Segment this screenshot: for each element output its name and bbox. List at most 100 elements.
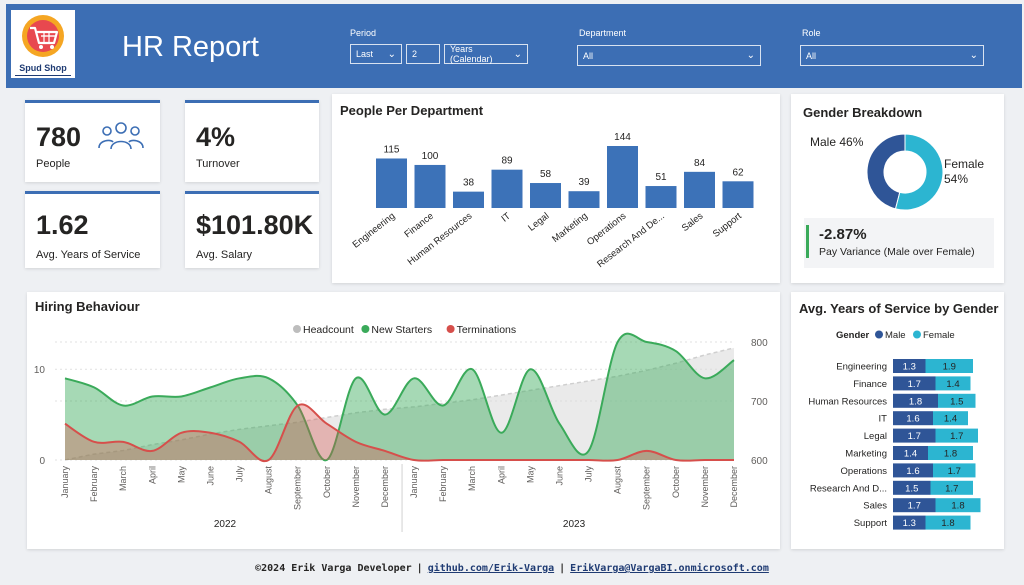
period-unit-dropdown[interactable]: Years (Calendar) ⌄ (444, 44, 528, 64)
x-tick-label: October (671, 466, 681, 498)
bar (376, 158, 407, 208)
x-tick-label: November (700, 466, 710, 508)
kpi-people-value: 780 (36, 122, 82, 152)
legend-label: Terminations (457, 324, 517, 336)
x-tick-label: Sales (680, 211, 706, 234)
x-tick-label: April (147, 466, 157, 484)
bar (684, 171, 715, 208)
segment-value-label: 1.7 (908, 501, 921, 512)
page-title: HR Report (122, 31, 259, 63)
bar-data-label: 62 (732, 167, 744, 178)
pay-variance-label: Pay Variance (Male over Female) (819, 246, 975, 258)
segment-value-label: 1.7 (908, 379, 921, 390)
bar (607, 146, 638, 208)
category-label: Sales (863, 501, 887, 512)
x-tick-label: Legal (526, 211, 551, 234)
male-slice-label: Male 46% (810, 135, 863, 149)
x-tick-label: July (235, 466, 245, 483)
period-mode-value: Last (356, 49, 374, 59)
kpi-salary-card: $101.80K Avg. Salary (185, 191, 319, 268)
period-mode-dropdown[interactable]: Last ⌄ (350, 44, 402, 64)
x-tick-label: Marketing (550, 211, 590, 245)
segment-value-label: 1.8 (951, 501, 964, 512)
segment-value-label: 1.8 (909, 396, 922, 407)
x-group-label: 2022 (214, 519, 237, 530)
x-tick-label: August (613, 466, 623, 495)
role-value: All (806, 50, 817, 61)
department-dropdown[interactable]: All ⌄ (577, 45, 761, 66)
segment-value-label: 1.4 (944, 414, 957, 425)
category-label: IT (879, 414, 888, 425)
chevron-down-icon: ⌄ (746, 50, 755, 61)
x-tick-label: October (322, 466, 332, 498)
bar (722, 181, 754, 208)
service-by-gender-card: Avg. Years of Service by Gender Gender Ma… (791, 292, 1004, 549)
gender-donut-chart (866, 133, 944, 211)
x-tick-label: Research And De... (595, 211, 667, 270)
footer: ©2024 Erik Varga Developer | github.com/Er… (255, 563, 769, 574)
segment-value-label: 1.5 (905, 483, 918, 494)
bar-data-label: 144 (614, 132, 631, 143)
bar-data-label: 51 (655, 172, 667, 183)
segment-value-label: 1.3 (903, 362, 916, 373)
x-tick-label: Human Resources (406, 211, 475, 268)
bar (453, 191, 484, 208)
bar-data-label: 84 (694, 158, 706, 169)
bar-data-label: 38 (463, 178, 475, 189)
category-label: Human Resources (808, 396, 887, 407)
role-dropdown[interactable]: All ⌄ (800, 45, 984, 66)
period-unit-value: Years (Calendar) (450, 44, 493, 64)
bar-data-label: 115 (384, 144, 400, 155)
y-right-tick-label: 800 (751, 338, 768, 349)
chevron-down-icon: ⌄ (387, 48, 396, 60)
segment-value-label: 1.5 (950, 396, 963, 407)
period-count-input[interactable]: 2 (406, 44, 440, 64)
logo: Spud Shop (11, 10, 75, 78)
footer-github-link[interactable]: github.com/Erik-Varga (428, 563, 554, 574)
x-tick-label: May (525, 466, 535, 484)
x-tick-label: Finance (402, 211, 435, 240)
y-left-tick-label: 10 (34, 365, 46, 376)
x-tick-label: March (118, 466, 128, 491)
segment-value-label: 1.3 (903, 518, 916, 529)
hiring-behaviour-chart: 0 10 600 700 800 Headcount New Starters Termina… (34, 324, 768, 532)
legend-marker (446, 325, 455, 333)
x-tick-label: July (584, 466, 594, 483)
x-tick-label: January (60, 466, 70, 499)
segment-value-label: 1.8 (944, 449, 957, 460)
bar (568, 191, 600, 208)
segment-value-label: 1.9 (943, 362, 956, 373)
service-by-gender-chart: Gender Male Female Engineering 1.3 1.9 Finance… (808, 330, 981, 530)
y-right-tick-label: 700 (751, 397, 768, 408)
pay-variance-indicator (806, 225, 809, 258)
hiring-behaviour-card: Hiring Behaviour 0 10 600 700 800 Headcount Ne… (27, 292, 780, 549)
pay-variance-box: -2.87% Pay Variance (Male over Female) (804, 218, 994, 268)
category-label: Support (854, 518, 888, 529)
x-tick-label: Engineering (351, 211, 398, 251)
category-label: Marketing (845, 449, 887, 460)
chevron-down-icon: ⌄ (969, 50, 978, 61)
bar (491, 169, 523, 208)
x-group-label: 2023 (563, 519, 586, 530)
footer-email-link[interactable]: ErikVarga@VargaBI.onmicrosoft.com (570, 563, 769, 574)
x-tick-label: December (729, 466, 739, 508)
chevron-down-icon: ⌄ (513, 48, 522, 60)
x-tick-label: June (205, 466, 215, 486)
segment-value-label: 1.7 (908, 431, 921, 442)
kpi-people-label: People (36, 158, 71, 170)
segment-value-label: 1.7 (948, 466, 961, 477)
pay-variance-value: -2.87% (819, 226, 867, 243)
category-label: Finance (853, 379, 887, 390)
bar-data-label: 58 (540, 169, 552, 180)
period-count-value: 2 (412, 49, 418, 59)
female-slice-label: Female 54% (944, 157, 984, 187)
x-tick-label: May (176, 466, 186, 484)
x-tick-label: September (642, 466, 652, 510)
x-tick-label: Support (711, 210, 744, 239)
bar-data-label: 39 (578, 177, 590, 188)
segment-value-label: 1.6 (906, 466, 919, 477)
people-per-department-card: People Per Department 115 Engineering 100 F… (332, 94, 780, 283)
category-label: Legal (864, 431, 887, 442)
legend-label: Male (885, 330, 906, 341)
segment-value-label: 1.4 (946, 379, 959, 390)
